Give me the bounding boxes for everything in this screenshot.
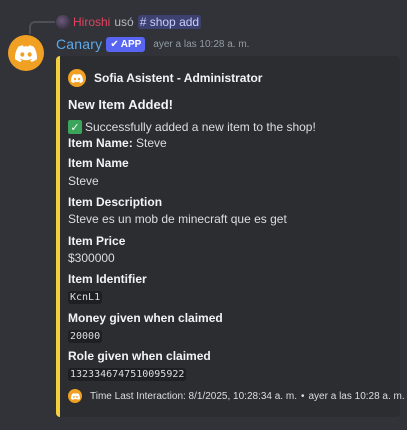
reply-username[interactable]: Hiroshi (73, 15, 110, 29)
field-value: Steve es un mob de minecraft que es get (68, 212, 287, 226)
message-header: Canary ✔ APP ayer a las 10:28 a. m. (56, 36, 249, 52)
field-value-code: KcnL1 (68, 291, 103, 304)
reply-context[interactable]: Hiroshi usó # shop add (56, 14, 202, 30)
author-discord-logo-icon (68, 69, 86, 87)
embed-author: Sofia Asistent - Administrator (68, 69, 262, 87)
field-name: Item Description (68, 195, 163, 209)
field-name: Item Identifier (68, 272, 147, 286)
slash-command-mention[interactable]: # shop add (137, 15, 202, 29)
bot-avatar[interactable] (8, 35, 44, 71)
reply-verb: usó (114, 15, 134, 29)
bot-username[interactable]: Canary (56, 36, 102, 52)
embed-card: Sofia Asistent - Administrator New Item … (56, 56, 405, 417)
embed-title: New Item Added! (68, 97, 173, 112)
check-mark-emoji-icon: ✓ (68, 120, 82, 134)
app-badge-label: APP (120, 38, 142, 50)
field-value: Steve (68, 174, 99, 188)
discord-logo-icon (15, 44, 37, 62)
description-text: Successfully added a new item to the sho… (85, 120, 316, 134)
reply-connector (29, 21, 55, 34)
field-name: Money given when claimed (68, 311, 223, 325)
field-name: Item Name (68, 156, 129, 170)
item-name-inline-value: Steve (136, 136, 167, 150)
field-value-code-row: 20000 (68, 328, 103, 343)
field-value-code-row: KcnL1 (68, 289, 103, 304)
embed-author-name: Sofia Asistent - Administrator (94, 71, 263, 85)
footer-separator: • (300, 390, 305, 402)
item-name-inline: Item Name: Steve (68, 136, 167, 150)
field-value-code: 1323346747510095922 (68, 368, 187, 381)
checkmark-icon: ✔ (110, 38, 119, 50)
field-name: Item Price (68, 234, 126, 248)
message-timestamp[interactable]: ayer a las 10:28 a. m. (153, 39, 249, 50)
field-value-code-row: 1323346747510095922 (68, 366, 187, 381)
embed-description: ✓ Successfully added a new item to the s… (68, 120, 316, 134)
item-name-inline-label: Item Name: (68, 136, 133, 150)
footer-timestamp: ayer a las 10:28 a. m. (308, 390, 405, 402)
field-value-code: 20000 (68, 330, 103, 343)
reply-user-avatar[interactable] (56, 15, 70, 29)
footer-text: Time Last Interaction: 8/1/2025, 10:28:3… (90, 390, 297, 402)
embed-footer: Time Last Interaction: 8/1/2025, 10:28:3… (68, 389, 405, 403)
field-value: $300000 (68, 251, 115, 265)
field-name: Role given when claimed (68, 349, 211, 363)
app-badge: ✔ APP (106, 36, 146, 52)
footer-discord-logo-icon (68, 389, 82, 403)
